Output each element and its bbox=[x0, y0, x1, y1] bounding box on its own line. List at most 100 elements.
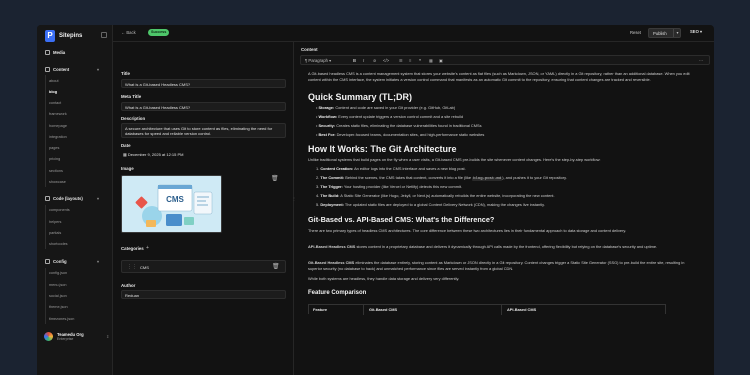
chevron-updown-icon: ⇕ bbox=[106, 334, 110, 339]
sidebar-item-contact[interactable]: contact bbox=[49, 100, 61, 106]
git-value: eliminates the database entirely, storin… bbox=[308, 260, 685, 271]
sidebar-item-partials[interactable]: partials bbox=[49, 230, 61, 236]
sidebar-item-pricing[interactable]: pricing bbox=[49, 156, 60, 162]
table-header: Feature bbox=[313, 307, 328, 312]
step-value: An editor logs into the CMS interface an… bbox=[354, 166, 466, 171]
content-panel: Content ¶ Paragraph ▾ B I ⊘ </> ☰ ≡ ❝ ▦ … bbox=[295, 42, 714, 375]
sidebar-item-framework[interactable]: framework bbox=[49, 111, 67, 117]
back-label: Back bbox=[126, 30, 136, 35]
sidebar-section-label: Content bbox=[53, 67, 70, 72]
sidebar-item-components[interactable]: components bbox=[49, 207, 70, 213]
table-button[interactable]: ▦ bbox=[429, 58, 433, 63]
sidebar-item-helpers[interactable]: helpers bbox=[49, 219, 61, 225]
table-divider bbox=[363, 305, 364, 315]
sidebar-item-config-json[interactable]: config.json bbox=[49, 270, 67, 276]
vs-intro: There are two primary types of headless … bbox=[308, 228, 627, 233]
sidebar-item-menu-json[interactable]: menu.json bbox=[49, 282, 67, 288]
summary-value: Developer-focused teams, documentation s… bbox=[336, 132, 485, 137]
delete-image-button[interactable]: 🗑 bbox=[271, 176, 279, 183]
author-input[interactable]: Reduan bbox=[121, 290, 286, 299]
summary-key: Workflow: bbox=[318, 114, 338, 119]
step-key: Content Creation: bbox=[320, 166, 354, 171]
sidebar-section-config[interactable]: Config ▾ bbox=[45, 258, 99, 265]
category-item[interactable]: ⋮⋮ CMS 🗑 bbox=[121, 260, 286, 273]
bullet-list-button[interactable]: ☰ bbox=[399, 58, 403, 63]
publish-button[interactable]: Publish ▾ bbox=[648, 28, 681, 38]
sidebar-item-homepage[interactable]: homepage bbox=[49, 123, 67, 129]
editor-toolbar: ¶ Paragraph ▾ B I ⊘ </> ☰ ≡ ❝ ▦ ▣ ⋯ bbox=[300, 55, 710, 65]
publish-label: Publish bbox=[653, 31, 667, 36]
quote-button[interactable]: ❝ bbox=[419, 58, 421, 63]
seo-button[interactable]: SEO ▾ bbox=[690, 29, 702, 34]
link-button[interactable]: ⊘ bbox=[373, 58, 377, 63]
inline-code: blog-post.md bbox=[472, 177, 503, 181]
comparison-table: Feature Git-Based CMS API-Based CMS bbox=[308, 304, 666, 315]
sidebar-item-media[interactable]: Media bbox=[45, 49, 65, 56]
sidebar-item-sections[interactable]: sections bbox=[49, 168, 63, 174]
trash-icon[interactable]: 🗑 bbox=[272, 264, 280, 271]
sidebar-item-pages[interactable]: pages bbox=[49, 145, 59, 151]
team-avatar bbox=[44, 332, 53, 341]
brand[interactable]: P Sitepins bbox=[45, 30, 82, 42]
sidebar-section-content[interactable]: Content ▾ bbox=[45, 66, 99, 73]
brand-logo-icon: P bbox=[45, 30, 55, 42]
list-item: 4. The Build: A Static Site Generator (l… bbox=[316, 193, 696, 199]
add-category-button[interactable]: + bbox=[146, 245, 149, 251]
chevron-down-icon: ▾ bbox=[97, 67, 100, 72]
reset-button[interactable]: Reset bbox=[630, 30, 641, 35]
code-button[interactable]: </> bbox=[383, 58, 389, 63]
image-label: Image bbox=[121, 166, 134, 171]
fields-panel: Title What is a Git-based Headless CMS? … bbox=[113, 42, 294, 375]
chevron-down-icon: ▾ bbox=[700, 29, 703, 34]
sidebar-section-code[interactable]: Code (layouts) ▾ bbox=[45, 195, 99, 202]
paragraph-style-select[interactable]: ¶ Paragraph ▾ bbox=[305, 58, 331, 63]
bold-button[interactable]: B bbox=[353, 58, 356, 63]
sidebar-item-showcase[interactable]: showcase bbox=[49, 179, 66, 185]
chevron-down-icon[interactable]: ▾ bbox=[673, 29, 681, 37]
list-item: • Storage: Content and code are saved in… bbox=[316, 105, 456, 110]
more-options-button[interactable]: ⋯ bbox=[699, 58, 703, 63]
list-item: 1. Content Creation: An editor logs into… bbox=[316, 166, 696, 172]
sidebar-collapse-icon[interactable] bbox=[101, 32, 107, 38]
brand-name: Sitepins bbox=[59, 33, 83, 39]
api-key: API-Based Headless CMS bbox=[308, 244, 356, 249]
featured-image[interactable]: CMS bbox=[121, 175, 222, 233]
step-key: The Build: bbox=[320, 193, 340, 198]
description-textarea[interactable]: A secure architecture that uses Git to s… bbox=[121, 123, 286, 138]
italic-button[interactable]: I bbox=[363, 58, 364, 63]
sidebar-item-about[interactable]: about bbox=[49, 78, 59, 84]
date-picker[interactable]: ▦ December 9, 2025 at 12:15 PM bbox=[121, 150, 286, 159]
author-label: Author bbox=[121, 283, 136, 288]
sidebar-item-social-json[interactable]: social.json bbox=[49, 293, 67, 299]
folder-icon bbox=[45, 67, 50, 72]
sidebar-item-theme-json[interactable]: theme.json bbox=[49, 304, 68, 310]
back-button[interactable]: ← Back bbox=[121, 30, 136, 35]
team-switcher[interactable]: Teamedu Org Enterprise ⇕ bbox=[44, 332, 109, 341]
seo-label: SEO bbox=[690, 29, 699, 34]
title-input[interactable]: What is a Git-based Headless CMS? bbox=[121, 79, 286, 88]
step-key: The Commit: bbox=[320, 175, 345, 180]
list-item: 3. The Trigger: Your hosting provider (l… bbox=[316, 184, 696, 190]
image-button[interactable]: ▣ bbox=[439, 58, 443, 63]
summary-value: Creates static files, eliminating the da… bbox=[336, 123, 482, 128]
step-value: Your hosting provider (like Vercel or Ne… bbox=[343, 184, 462, 189]
sidebar-section-label: Code (layouts) bbox=[53, 196, 83, 201]
heading-how-it-works: How It Works: The Git Architecture bbox=[308, 144, 457, 154]
sidebar-item-timezones-json[interactable]: timezones.json bbox=[49, 316, 74, 322]
heading-feature-comparison: Feature Comparison bbox=[308, 290, 367, 296]
rich-text-editor[interactable]: A Git-based headless CMS is a content ma… bbox=[300, 67, 710, 375]
intro-paragraph: A Git-based headless CMS is a content ma… bbox=[308, 71, 690, 82]
ordered-list-button[interactable]: ≡ bbox=[409, 58, 411, 63]
summary-value: Every content update triggers a version … bbox=[338, 114, 464, 119]
trash-icon: 🗑 bbox=[271, 176, 279, 182]
sidebar-item-shortcodes[interactable]: shortcodes bbox=[49, 241, 68, 247]
sidebar-item-blog[interactable]: blog bbox=[49, 89, 57, 95]
summary-key: Storage: bbox=[318, 105, 335, 110]
drag-handle-icon[interactable]: ⋮⋮ bbox=[127, 264, 137, 270]
meta-title-input[interactable]: What is a Git-based Headless CMS? bbox=[121, 102, 286, 111]
sidebar-item-integration[interactable]: integration bbox=[49, 134, 67, 140]
category-value: CMS bbox=[140, 265, 149, 270]
cms-illustration: CMS bbox=[122, 176, 221, 232]
chevron-down-icon: ▾ bbox=[97, 259, 100, 264]
tree-line bbox=[45, 268, 46, 324]
